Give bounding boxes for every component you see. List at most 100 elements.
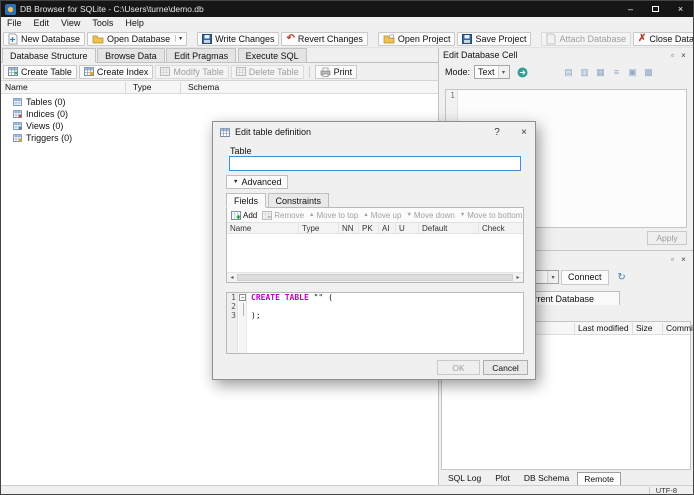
edit-cell-dock-title: Edit Database Cell [443,50,518,60]
move-up-button[interactable]: ▲ Move up [363,211,401,220]
undock-icon[interactable]: ▫ [667,51,678,60]
new-database-button[interactable]: New Database [3,31,86,46]
tree-item-indices[interactable]: Indices (0) [1,108,438,119]
maximize-icon [652,6,659,12]
revert-changes-button[interactable]: ↶ Revert Changes [281,31,368,46]
modify-table-button[interactable]: Modify Table [155,64,229,79]
dialog-help-button[interactable]: ? [486,122,508,142]
menu-tools[interactable]: Tools [86,17,119,30]
tab-browse-data[interactable]: Browse Data [97,48,165,63]
status-bar: UTF-8 [1,485,693,494]
dialog-titlebar: Edit table definition ? × [213,122,535,142]
save-project-button[interactable]: Save Project [457,31,532,46]
close-database-icon: ✗ [638,32,647,44]
move-to-bottom-button[interactable]: ▼ Move to bottom [460,211,523,220]
mode-select[interactable]: Text ▾ [474,65,510,79]
sql-line: 1 − CREATE TABLE "" ( [231,293,333,302]
close-button[interactable]: × [668,1,693,17]
apply-button[interactable]: Apply [647,231,687,245]
tab-db-schema[interactable]: DB Schema [518,472,575,486]
tab-database-structure[interactable]: Database Structure [2,48,96,63]
table-name-input[interactable] [229,156,521,171]
column-ai[interactable]: AI [379,223,396,233]
word-wrap-icon[interactable]: ▣ [626,66,640,79]
open-project-button[interactable]: Open Project [377,31,456,46]
column-commit[interactable]: Commit [666,322,693,335]
copy-icon[interactable]: ≡ [610,66,624,79]
column-size[interactable]: Size [636,322,662,335]
attach-database-button[interactable]: Attach Database [541,31,632,46]
column-nn[interactable]: NN [339,223,359,233]
remove-field-button[interactable]: Remove [262,210,304,220]
column-last-modified[interactable]: Last modified [578,322,632,335]
tree-column-type[interactable]: Type [129,81,151,94]
mode-label: Mode: [445,67,471,77]
connect-button[interactable]: Connect [561,269,609,285]
tree-item-tables[interactable]: Tables (0) [1,96,438,107]
tab-plot[interactable]: Plot [489,472,516,486]
dialog-close-button[interactable]: × [513,122,535,142]
menu-file[interactable]: File [1,17,28,30]
undock-icon[interactable]: ▫ [667,255,678,264]
window-controls: – × [618,1,693,17]
column-separator [662,323,663,334]
column-name[interactable]: Name [227,223,299,233]
move-down-button[interactable]: ▼ Move down [406,211,454,220]
column-separator [125,82,126,93]
print-button[interactable]: Print [314,64,358,79]
edit-table-dialog: Edit table definition ? × Table ▼ Advanc… [212,121,536,380]
column-u[interactable]: U [396,223,419,233]
menu-help[interactable]: Help [119,17,150,30]
column-pk[interactable]: PK [359,223,379,233]
scroll-right-icon[interactable]: ▸ [513,273,523,282]
structure-toolbar: Create Table Create Index Modify Table D… [1,63,438,80]
menu-edit[interactable]: Edit [28,17,56,30]
cancel-button[interactable]: Cancel [483,360,528,375]
export-icon[interactable]: ▤ [562,66,576,79]
ok-button[interactable]: OK [437,360,480,375]
tab-remote[interactable]: Remote [577,472,622,486]
attach-database-icon [547,33,556,44]
fold-collapse-icon[interactable]: − [239,294,246,301]
scroll-left-icon[interactable]: ◂ [227,273,237,282]
maximize-button[interactable] [643,1,668,17]
move-to-top-button[interactable]: ▲ Move to top [309,211,358,220]
tab-fields[interactable]: Fields [226,193,267,208]
tab-execute-sql[interactable]: Execute SQL [237,48,307,63]
settings-icon[interactable]: ▩ [642,66,656,79]
minimize-button[interactable]: – [618,1,643,17]
close-dock-icon[interactable]: × [678,51,689,60]
refresh-icon[interactable]: ↻ [615,272,629,283]
tab-constraints[interactable]: Constraints [267,193,330,208]
dialog-title: Edit table definition [235,127,312,137]
print-icon[interactable]: ▦ [594,66,608,79]
open-database-dropdown-icon[interactable]: ▾ [175,35,182,42]
column-check[interactable]: Check [479,223,523,233]
close-database-button[interactable]: ✗ Close Database [633,31,693,46]
add-field-button[interactable]: Add [231,210,257,220]
scrollbar-thumb[interactable] [237,274,513,281]
fields-table-body[interactable] [227,234,523,272]
edit-cell-dock-header: Edit Database Cell ▫ × [439,48,693,62]
close-dock-icon[interactable]: × [678,255,689,264]
edit-cell-icon-cluster: ▤ ▥ ▦ ≡ ▣ ▩ [562,66,656,79]
import-icon[interactable] [517,67,528,78]
open-database-icon [92,35,104,43]
tab-edit-pragmas[interactable]: Edit Pragmas [166,48,237,63]
tree-column-name[interactable]: Name [1,81,28,94]
chevron-down-icon: ▼ [233,179,239,185]
horizontal-scrollbar[interactable]: ◂ ▸ [227,272,523,282]
menu-view[interactable]: View [55,17,86,30]
create-table-button[interactable]: Create Table [3,64,77,79]
move-down-icon: ▼ [406,212,412,218]
null-icon[interactable]: ▥ [578,66,592,79]
delete-table-button[interactable]: Delete Table [230,64,304,79]
tree-column-schema[interactable]: Schema [184,81,219,94]
create-index-button[interactable]: Create Index [78,64,154,79]
tab-sql-log[interactable]: SQL Log [442,472,487,486]
column-type[interactable]: Type [299,223,339,233]
column-default[interactable]: Default [419,223,479,233]
open-database-button[interactable]: Open Database ▾ [87,31,188,46]
write-changes-button[interactable]: Write Changes [197,31,280,46]
advanced-button[interactable]: ▼ Advanced [226,175,289,189]
